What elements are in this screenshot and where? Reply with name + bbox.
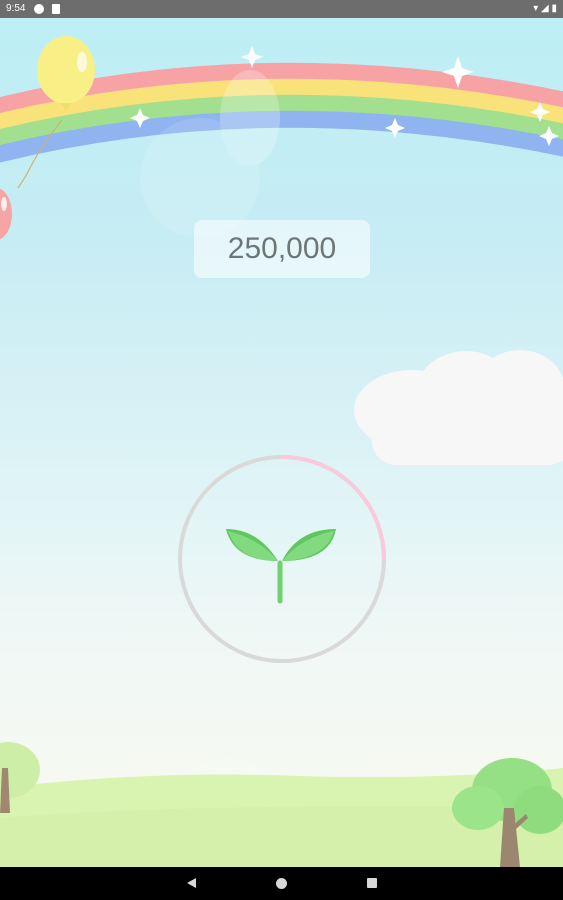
notification-app-icon	[34, 4, 44, 14]
navigation-bar	[0, 867, 563, 900]
sprout-tap-button[interactable]	[178, 455, 386, 663]
score-display: 250,000	[194, 220, 370, 278]
cloud	[354, 350, 563, 465]
status-signal-battery-icons: ▾ ◢ ▮	[533, 3, 557, 14]
red-balloon	[0, 188, 12, 240]
background-illustration	[0, 36, 563, 867]
status-time: 9:54	[6, 3, 26, 14]
status-bar: 9:54 ▾ ◢ ▮	[0, 0, 563, 18]
home-circle-icon[interactable]	[276, 878, 287, 889]
sprout-icon	[226, 529, 336, 604]
recents-square-icon[interactable]	[367, 878, 377, 888]
back-triangle-icon[interactable]	[187, 878, 196, 888]
game-scene: 250,000	[0, 18, 563, 867]
sd-card-icon	[52, 4, 60, 14]
